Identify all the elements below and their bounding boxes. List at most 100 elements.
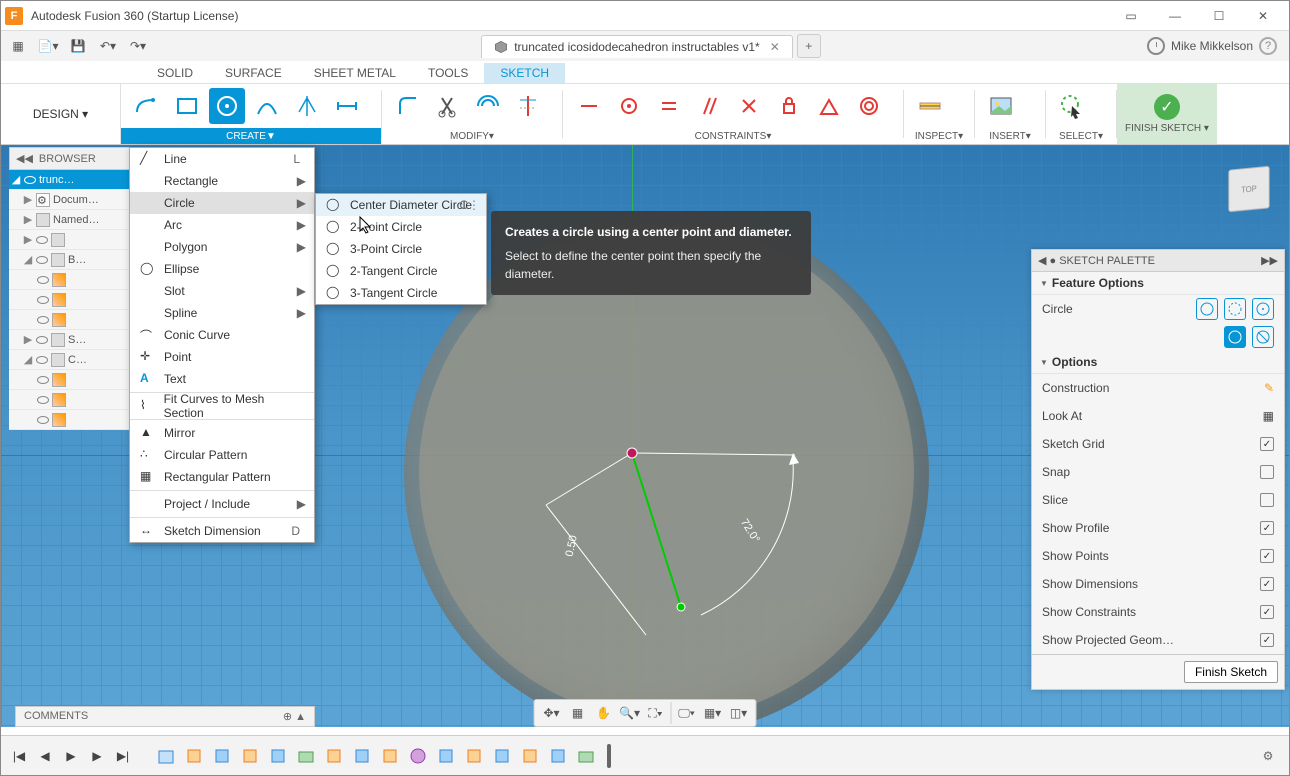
- measure-tool-icon[interactable]: [912, 88, 948, 124]
- save-icon[interactable]: 💾: [65, 34, 91, 58]
- help-icon[interactable]: ?: [1259, 37, 1277, 55]
- tree-row[interactable]: ◢B…: [9, 250, 137, 270]
- timeline-step[interactable]: [463, 745, 485, 767]
- grid-display-icon[interactable]: ▦▾: [702, 702, 724, 724]
- dimension-tool-icon[interactable]: [329, 88, 365, 124]
- submenu-3tangent[interactable]: ◯3-Tangent Circle: [316, 282, 486, 304]
- menu-ellipse[interactable]: ◯Ellipse: [130, 258, 314, 280]
- tree-row[interactable]: [9, 410, 137, 430]
- timeline-step[interactable]: [239, 745, 261, 767]
- browser-root[interactable]: ◢trunc…: [9, 170, 137, 190]
- tab-sketch[interactable]: SKETCH: [484, 63, 565, 83]
- viewport-icon[interactable]: ◫▾: [728, 702, 750, 724]
- comments-bar[interactable]: COMMENTS⊕ ▲: [15, 706, 315, 727]
- arc-tool-icon[interactable]: [249, 88, 285, 124]
- tree-row[interactable]: [9, 270, 137, 290]
- horizontal-constraint-icon[interactable]: [571, 88, 607, 124]
- line-tool-icon[interactable]: [129, 88, 165, 124]
- timeline-step[interactable]: [155, 745, 177, 767]
- rectangle-tool-icon[interactable]: [169, 88, 205, 124]
- insert-image-icon[interactable]: [983, 88, 1019, 124]
- fix-constraint-icon[interactable]: [771, 88, 807, 124]
- palette-header[interactable]: ◀ ● SKETCH PALETTE▶▶: [1032, 250, 1284, 272]
- pan-icon[interactable]: ✋: [593, 702, 615, 724]
- close-window-button[interactable]: ✕: [1241, 1, 1285, 31]
- select-tool-icon[interactable]: [1054, 88, 1090, 124]
- timeline-step[interactable]: [575, 745, 597, 767]
- timeline-end[interactable]: ▶|: [113, 746, 133, 766]
- option-lookat[interactable]: Look At▦: [1032, 402, 1284, 430]
- menu-rectangular-pattern[interactable]: ▦Rectangular Pattern: [130, 466, 314, 488]
- job-status-icon[interactable]: [1147, 37, 1165, 55]
- tab-surface[interactable]: SURFACE: [209, 63, 298, 83]
- circle-opt-3[interactable]: [1252, 298, 1274, 320]
- tree-row[interactable]: ▶⚙Docum…: [9, 190, 137, 210]
- undo-icon[interactable]: ↶▾: [95, 34, 121, 58]
- close-tab-icon[interactable]: ✕: [770, 40, 780, 54]
- tree-row[interactable]: ▶Named…: [9, 210, 137, 230]
- grid-icon[interactable]: ▦: [5, 34, 31, 58]
- tree-row[interactable]: ◢C…: [9, 350, 137, 370]
- tree-row[interactable]: ▶: [9, 230, 137, 250]
- option-show-profile[interactable]: Show Profile: [1032, 514, 1284, 542]
- equal-constraint-icon[interactable]: [651, 88, 687, 124]
- menu-conic[interactable]: ⌒Conic Curve: [130, 324, 314, 346]
- modify-group-label[interactable]: MODIFY ▾: [382, 128, 562, 144]
- timeline-prev[interactable]: ◀: [35, 746, 55, 766]
- timeline-step[interactable]: [519, 745, 541, 767]
- submenu-3point[interactable]: ◯3-Point Circle: [316, 238, 486, 260]
- menu-line[interactable]: ╱LineL: [130, 148, 314, 170]
- minimize-button[interactable]: —: [1153, 1, 1197, 31]
- file-menu-icon[interactable]: 📄▾: [35, 34, 61, 58]
- break-tool-icon[interactable]: [510, 88, 546, 124]
- menu-circular-pattern[interactable]: ∴Circular Pattern: [130, 444, 314, 466]
- option-slice[interactable]: Slice: [1032, 486, 1284, 514]
- menu-project[interactable]: Project / Include▶: [130, 493, 314, 515]
- menu-dimension[interactable]: ↔Sketch DimensionD: [130, 520, 314, 542]
- constraints-group-label[interactable]: CONSTRAINTS ▾: [563, 128, 903, 144]
- fillet-tool-icon[interactable]: [390, 88, 426, 124]
- menu-spline[interactable]: Spline▶: [130, 302, 314, 324]
- option-show-dimensions[interactable]: Show Dimensions: [1032, 570, 1284, 598]
- lookat-icon[interactable]: ▦: [567, 702, 589, 724]
- menu-slot[interactable]: Slot▶: [130, 280, 314, 302]
- offset-tool-icon[interactable]: [470, 88, 506, 124]
- concentric-constraint-icon[interactable]: [851, 88, 887, 124]
- workspace-switcher[interactable]: DESIGN ▾: [1, 84, 121, 144]
- orbit-icon[interactable]: ✥▾: [541, 702, 563, 724]
- palette-feature-section[interactable]: Feature Options: [1032, 272, 1284, 295]
- inspect-group-label[interactable]: INSPECT ▾: [904, 128, 974, 144]
- tab-solid[interactable]: SOLID: [141, 63, 209, 83]
- finish-sketch-palette-button[interactable]: Finish Sketch: [1184, 661, 1278, 683]
- select-group-label[interactable]: SELECT ▾: [1046, 128, 1116, 144]
- timeline-step[interactable]: [435, 745, 457, 767]
- timeline-next[interactable]: ▶: [87, 746, 107, 766]
- viewcube[interactable]: TOP: [1228, 166, 1269, 212]
- finish-sketch-button[interactable]: ✓ FINISH SKETCH ▾: [1117, 84, 1217, 144]
- timeline-step[interactable]: [547, 745, 569, 767]
- option-show-constraints[interactable]: Show Constraints: [1032, 598, 1284, 626]
- tree-row[interactable]: [9, 310, 137, 330]
- timeline-step[interactable]: [351, 745, 373, 767]
- timeline-step[interactable]: [211, 745, 233, 767]
- maximize-button[interactable]: ☐: [1197, 1, 1241, 31]
- menu-rectangle[interactable]: Rectangle▶: [130, 170, 314, 192]
- menu-point[interactable]: ✛Point: [130, 346, 314, 368]
- submenu-2tangent[interactable]: ◯2-Tangent Circle: [316, 260, 486, 282]
- trim-tool-icon[interactable]: [430, 88, 466, 124]
- zoom-icon[interactable]: 🔍▾: [619, 702, 641, 724]
- option-show-projected[interactable]: Show Projected Geom…: [1032, 626, 1284, 654]
- midpoint-constraint-icon[interactable]: [811, 88, 847, 124]
- perpendicular-constraint-icon[interactable]: [731, 88, 767, 124]
- insert-group-label[interactable]: INSERT ▾: [975, 128, 1045, 144]
- timeline-cursor[interactable]: [607, 744, 611, 768]
- settings-gear-icon[interactable]: ⚙: [1257, 745, 1279, 767]
- menu-text[interactable]: AText: [130, 368, 314, 390]
- tree-row[interactable]: ▶S…: [9, 330, 137, 350]
- circle-opt-1[interactable]: [1196, 298, 1218, 320]
- user-name[interactable]: Mike Mikkelson: [1171, 39, 1253, 53]
- tree-row[interactable]: [9, 290, 137, 310]
- menu-polygon[interactable]: Polygon▶: [130, 236, 314, 258]
- display-icon[interactable]: 🖵▾: [676, 702, 698, 724]
- new-tab-button[interactable]: +: [797, 34, 821, 58]
